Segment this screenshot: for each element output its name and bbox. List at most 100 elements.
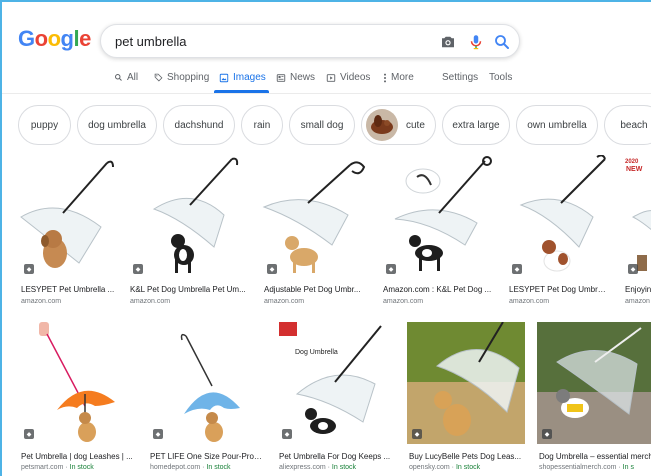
chip-label: cute — [406, 119, 425, 131]
tab-images[interactable]: Images — [219, 72, 266, 83]
result-thumbnail[interactable]: ◆ — [128, 155, 250, 279]
result-source[interactable]: amazon.com — [383, 298, 423, 305]
tag-icon: ◆ — [542, 429, 552, 439]
result-title[interactable]: LESYPET Pet Dog Umbrel... — [509, 285, 609, 294]
image-result[interactable]: ◆ Dog Umbrella – essential merch shopess… — [537, 322, 651, 474]
tag-icon: ◆ — [628, 264, 638, 274]
result-thumbnail[interactable]: ◆ — [148, 322, 264, 444]
tab-all[interactable]: All — [114, 72, 138, 83]
chip-puppy[interactable]: puppy — [18, 105, 71, 145]
result-title[interactable]: Amazon.com : K&L Pet Dog ... — [383, 285, 493, 294]
result-title[interactable]: Buy LucyBelle Pets Dog Leas... — [409, 452, 523, 461]
tag-icon: ◆ — [267, 264, 277, 274]
kebab-icon — [384, 73, 386, 82]
tab-videos[interactable]: Videos — [326, 72, 370, 83]
image-result[interactable]: ◆ LESYPET Pet Umbrella ... amazon.com — [19, 155, 117, 307]
image-result[interactable]: ◆ Pet Umbrella | dog Leashes | ... petsm… — [19, 322, 135, 474]
tag-icon: ◆ — [386, 264, 396, 274]
source-domain: aliexpress.com — [279, 464, 326, 471]
chip-extra-large[interactable]: extra large — [442, 105, 510, 145]
image-result[interactable]: ◆ PET LIFE One Size Pour-Prot... homedep… — [148, 322, 264, 474]
logo-letter: g — [60, 26, 74, 51]
chip-dog-umbrella[interactable]: dog umbrella — [77, 105, 157, 145]
image-result[interactable]: ◆ LESYPET Pet Dog Umbrel... amazon.com — [507, 155, 611, 307]
chip-cute[interactable]: cute — [361, 105, 436, 145]
result-source[interactable]: amazon.com — [264, 298, 304, 305]
video-icon — [326, 73, 336, 82]
search-box[interactable]: pet umbrella — [100, 24, 520, 58]
tab-more[interactable]: More — [383, 72, 414, 83]
camera-icon[interactable] — [439, 33, 457, 51]
result-thumbnail[interactable]: 2020 NEW ◆ — [623, 155, 651, 279]
result-source[interactable]: amazon.com — [509, 298, 549, 305]
chip-rain[interactable]: rain — [241, 105, 283, 145]
image-result[interactable]: ◆ Adjustable Pet Dog Umbr... amazon.com — [262, 155, 370, 307]
result-source[interactable]: shopessentialmerch.com · In s — [539, 464, 634, 471]
tab-label: All — [127, 72, 139, 83]
result-title[interactable]: Enjoyin — [625, 285, 651, 294]
news-icon — [276, 73, 286, 82]
image-result[interactable]: 2020 NEW ◆ Enjoyin amazon — [623, 155, 651, 307]
tab-label: More — [391, 72, 414, 83]
result-source[interactable]: amazon.com — [130, 298, 170, 305]
dachshund-thumbnail — [366, 109, 398, 141]
tab-news[interactable]: News — [276, 72, 315, 83]
stock-status: In stock — [206, 464, 231, 471]
umbrella-dog-image — [394, 156, 492, 271]
chip-label: beach — [620, 119, 648, 131]
tab-shopping[interactable]: Shopping — [154, 72, 209, 83]
result-source[interactable]: homedepot.com · In stock — [150, 464, 231, 471]
result-source[interactable]: opensky.com · In stock — [409, 464, 480, 471]
chip-beach[interactable]: beach — [604, 105, 651, 145]
google-logo[interactable]: Google — [18, 26, 91, 52]
image-result[interactable]: ◆ Buy LucyBelle Pets Dog Leas... opensky… — [407, 322, 525, 474]
image-result[interactable]: Dog Umbrella ◆ Pet Umbrella For Dog Keep… — [277, 322, 395, 474]
result-thumbnail[interactable]: ◆ — [381, 155, 495, 279]
overlay-label: Dog Umbrella — [295, 349, 338, 356]
orange-umbrella-image — [39, 322, 115, 442]
result-source[interactable]: aliexpress.com · In stock — [279, 464, 356, 471]
image-result[interactable]: ◆ Amazon.com : K&L Pet Dog ... amazon.co… — [381, 155, 495, 307]
chip-label: puppy — [30, 119, 59, 131]
umbrella-dog-image — [519, 155, 606, 272]
result-thumbnail[interactable]: ◆ — [537, 322, 651, 444]
result-thumbnail[interactable]: ◆ — [507, 155, 611, 279]
stock-status: In stock — [455, 464, 481, 471]
result-thumbnail[interactable]: ◆ — [19, 322, 135, 444]
result-thumbnail[interactable]: Dog Umbrella ◆ — [277, 322, 395, 444]
microphone-icon[interactable] — [467, 33, 485, 51]
blue-umbrella-image — [180, 333, 240, 442]
chip-small-dog[interactable]: small dog — [289, 105, 355, 145]
stock-status: In stock — [69, 464, 94, 471]
result-source[interactable]: petsmart.com · In stock — [21, 464, 94, 471]
search-icon[interactable] — [493, 33, 511, 51]
result-title[interactable]: LESYPET Pet Umbrella ... — [21, 285, 117, 294]
result-title[interactable]: PET LIFE One Size Pour-Prot... — [150, 452, 262, 461]
result-title[interactable]: Pet Umbrella For Dog Keeps ... — [279, 452, 393, 461]
umbrella-dog-image — [20, 160, 114, 268]
logo-letter: G — [18, 26, 35, 51]
result-thumbnail[interactable]: ◆ — [19, 155, 117, 279]
result-title[interactable]: K&L Pet Dog Umbrella Pet Um... — [130, 285, 248, 294]
chip-label: own umbrella — [527, 119, 587, 131]
chip-thumbnail — [366, 109, 398, 141]
dog-umbrella-image — [537, 322, 651, 444]
result-thumbnail[interactable]: ◆ — [262, 155, 370, 279]
result-source[interactable]: amazon.com — [21, 298, 61, 305]
result-source[interactable]: amazon — [625, 298, 650, 305]
search-input[interactable]: pet umbrella — [115, 34, 187, 49]
chip-dachshund[interactable]: dachshund — [163, 105, 235, 145]
result-title[interactable]: Adjustable Pet Dog Umbr... — [264, 285, 368, 294]
tab-settings[interactable]: Settings — [442, 72, 478, 83]
image-result[interactable]: ◆ K&L Pet Dog Umbrella Pet Um... amazon.… — [128, 155, 250, 307]
chip-own-umbrella[interactable]: own umbrella — [516, 105, 598, 145]
umbrella-dog-image: Dog Umbrella — [279, 322, 382, 434]
search-tabs: All Shopping Images News Videos More Set… — [2, 66, 651, 94]
tab-label: Images — [233, 72, 266, 83]
chip-label: rain — [253, 119, 271, 131]
logo-letter: o — [47, 26, 61, 51]
result-thumbnail[interactable]: ◆ — [407, 322, 525, 444]
result-title[interactable]: Pet Umbrella | dog Leashes | ... — [21, 452, 133, 461]
result-title[interactable]: Dog Umbrella – essential merch — [539, 452, 651, 461]
tab-tools[interactable]: Tools — [489, 72, 512, 83]
